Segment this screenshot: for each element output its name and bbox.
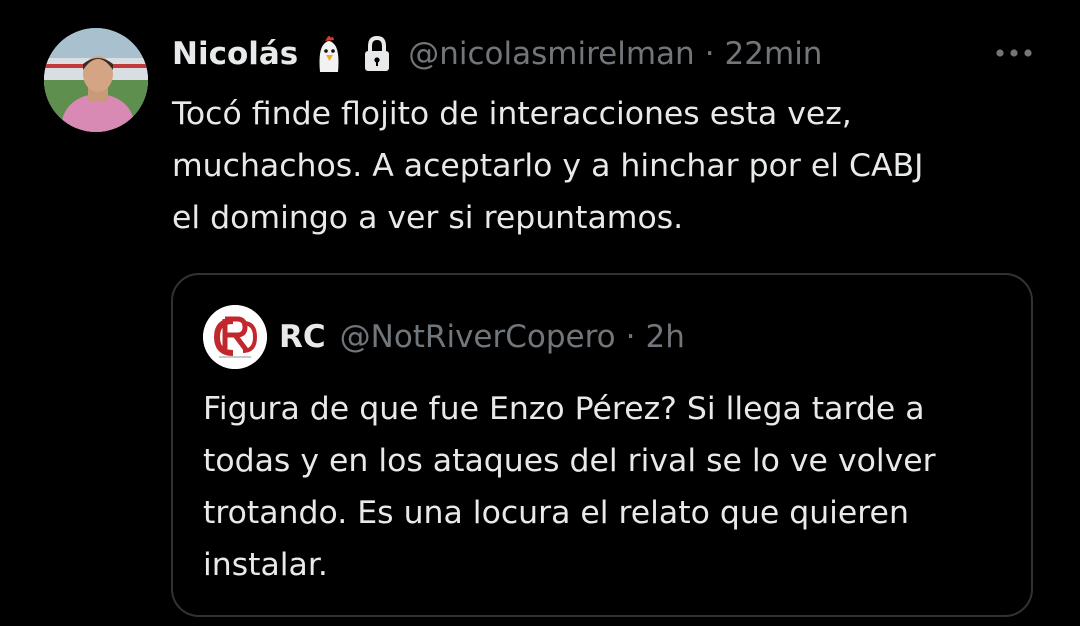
more-options-icon[interactable] — [992, 38, 1036, 68]
tweet[interactable]: Nicolás @nicolasmirelman · 22min Tocó fi… — [0, 0, 1080, 626]
tweet-header: Nicolás @nicolasmirelman · 22min — [172, 30, 822, 78]
rc-logo-icon — [203, 305, 267, 369]
author-handle[interactable]: @nicolasmirelman — [408, 30, 694, 78]
separator-dot: · — [704, 36, 715, 72]
quoted-tweet-header: RC @NotRiverCopero · 2h — [279, 313, 685, 361]
author-name[interactable]: Nicolás — [172, 30, 298, 78]
quoted-separator-dot: · — [625, 319, 636, 355]
quoted-author-name[interactable]: RC — [279, 313, 326, 361]
tweet-text: Tocó finde flojito de interacciones esta… — [172, 96, 924, 236]
author-avatar-photo — [44, 28, 148, 132]
lock-icon — [360, 34, 394, 74]
quoted-tweet-timestamp[interactable]: 2h — [646, 313, 685, 361]
ghost-chicken-emoji-icon — [312, 34, 346, 74]
quoted-tweet[interactable]: RC @NotRiverCopero · 2h Figura de que fu… — [171, 273, 1033, 617]
author-avatar[interactable] — [44, 28, 148, 132]
quoted-author-avatar[interactable] — [203, 305, 267, 369]
quoted-author-handle[interactable]: @NotRiverCopero — [340, 313, 616, 361]
tweet-timestamp[interactable]: 22min — [725, 30, 823, 78]
quoted-tweet-text: Figura de que fue Enzo Pérez? Si llega t… — [203, 391, 936, 583]
